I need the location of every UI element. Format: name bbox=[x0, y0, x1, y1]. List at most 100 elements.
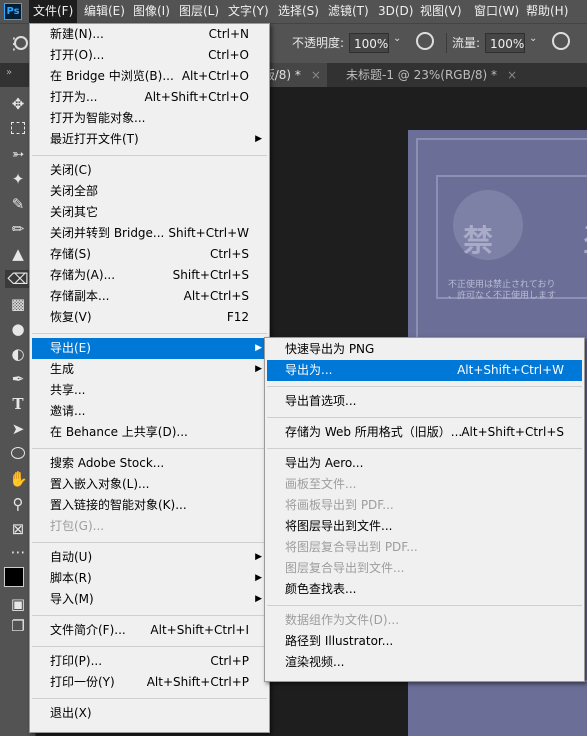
menu-item-label: 置入链接的智能对象(K)... bbox=[50, 498, 187, 512]
file-menu-item[interactable]: 关闭其它 bbox=[32, 202, 267, 223]
menu-2[interactable]: 图像(I) bbox=[129, 0, 174, 23]
menu-item-shortcut: Shift+Ctrl+W bbox=[168, 226, 249, 240]
brush-tool-icon[interactable]: ✏ bbox=[9, 220, 27, 238]
menu-item-label: 渲染视频... bbox=[285, 655, 345, 669]
pressure-opacity-icon[interactable] bbox=[416, 32, 434, 50]
menu-item-label: 脚本(R) bbox=[50, 571, 92, 585]
menu-separator bbox=[267, 605, 582, 606]
menu-4[interactable]: 文字(Y) bbox=[224, 0, 273, 23]
menu-separator bbox=[32, 615, 267, 616]
file-menu-item[interactable]: 置入嵌入对象(L)... bbox=[32, 474, 267, 495]
menu-separator bbox=[32, 155, 267, 156]
file-menu-item[interactable]: 关闭并转到 Bridge... Shift+Ctrl+W bbox=[32, 223, 267, 244]
file-menu-item[interactable]: 打印(P)... Ctrl+P bbox=[32, 651, 267, 672]
menu-item-label: 关闭其它 bbox=[50, 205, 99, 219]
file-menu-item[interactable]: 生成 ▶ bbox=[32, 359, 267, 380]
path-select-icon[interactable]: ➤ bbox=[9, 420, 27, 438]
file-menu-item[interactable]: 打开为... Alt+Shift+Ctrl+O bbox=[32, 87, 267, 108]
menu-10[interactable]: 帮助(H) bbox=[522, 0, 572, 23]
tab-document-2[interactable]: 未标题-1 @ 23%(RGB/8) * × bbox=[340, 63, 523, 87]
blur-tool-icon[interactable]: ● bbox=[9, 320, 27, 338]
menu-item-label: 在 Behance 上共享(D)... bbox=[50, 425, 188, 439]
flow-dropdown-icon[interactable]: ⌄ bbox=[529, 33, 537, 44]
export-menu-item[interactable]: 导出为 Aero... bbox=[267, 453, 582, 474]
close-tab-icon[interactable]: × bbox=[311, 68, 321, 82]
menu-1[interactable]: 编辑(E) bbox=[80, 0, 129, 23]
file-menu-item[interactable]: 退出(X) bbox=[32, 703, 267, 724]
export-menu-item[interactable]: 导出为... Alt+Shift+Ctrl+W bbox=[267, 360, 582, 381]
opacity-input[interactable]: 100% bbox=[349, 33, 389, 53]
export-menu-item[interactable]: 快速导出为 PNG bbox=[267, 339, 582, 360]
file-menu-item[interactable]: 在 Behance 上共享(D)... bbox=[32, 422, 267, 443]
file-menu-item[interactable]: 在 Bridge 中浏览(B)... Alt+Ctrl+O bbox=[32, 66, 267, 87]
menu-7[interactable]: 3D(D) bbox=[374, 0, 417, 23]
file-menu-item[interactable]: 打印一份(Y) Alt+Shift+Ctrl+P bbox=[32, 672, 267, 693]
magic-wand-icon[interactable]: ✦ bbox=[9, 170, 27, 188]
pen-tool-icon[interactable]: ✒ bbox=[9, 370, 27, 388]
submenu-arrow-icon: ▶ bbox=[255, 364, 262, 374]
eyedropper-icon[interactable]: ✎ bbox=[9, 195, 27, 213]
flow-input[interactable]: 100% bbox=[485, 33, 525, 53]
menu-6[interactable]: 滤镜(T) bbox=[324, 0, 373, 23]
file-menu-item[interactable]: 存储(S) Ctrl+S bbox=[32, 244, 267, 265]
export-menu-item[interactable]: 存储为 Web 所用格式（旧版）... Alt+Shift+Ctrl+S bbox=[267, 422, 582, 443]
foreground-color-swatch[interactable] bbox=[4, 567, 24, 587]
file-menu-item[interactable]: 脚本(R) ▶ bbox=[32, 568, 267, 589]
menu-item-shortcut: Ctrl+N bbox=[208, 27, 249, 41]
file-menu-item[interactable]: 共享... bbox=[32, 380, 267, 401]
hand-tool-icon[interactable]: ✋ bbox=[9, 470, 28, 488]
gradient-tool-icon[interactable]: ▩ bbox=[9, 295, 27, 313]
submenu-arrow-icon: ▶ bbox=[255, 343, 262, 353]
file-menu-item[interactable]: 最近打开文件(T) ▶ bbox=[32, 129, 267, 150]
menu-item-label: 存储(S) bbox=[50, 247, 91, 261]
shape-tool-icon[interactable] bbox=[9, 445, 27, 463]
frame-tool-icon[interactable]: ⊠ bbox=[9, 520, 27, 538]
export-menu-item[interactable]: 路径到 Illustrator... bbox=[267, 631, 582, 652]
file-menu-item[interactable]: 导出(E) ▶ bbox=[32, 338, 267, 359]
more-tools-icon[interactable]: ⋯ bbox=[9, 543, 27, 561]
file-menu-item[interactable]: 自动(U) ▶ bbox=[32, 547, 267, 568]
file-menu-item[interactable]: 关闭全部 bbox=[32, 181, 267, 202]
file-menu-item[interactable]: 文件简介(F)... Alt+Shift+Ctrl+I bbox=[32, 620, 267, 641]
file-menu-item[interactable]: 打开为智能对象... bbox=[32, 108, 267, 129]
document-heading: 禁 盗 bbox=[463, 224, 587, 259]
menu-5[interactable]: 选择(S) bbox=[274, 0, 323, 23]
menu-8[interactable]: 视图(V) bbox=[416, 0, 466, 23]
quick-mask-icon[interactable]: ▣ bbox=[9, 595, 27, 613]
opacity-dropdown-icon[interactable]: ⌄ bbox=[393, 33, 401, 44]
file-menu-item[interactable]: 新建(N)... Ctrl+N bbox=[32, 24, 267, 45]
export-menu-item[interactable]: 渲染视频... bbox=[267, 652, 582, 673]
menu-item-label: 画板至文件... bbox=[285, 477, 357, 491]
clone-stamp-icon[interactable]: ▲ bbox=[9, 245, 27, 263]
close-tab-icon[interactable]: × bbox=[507, 68, 517, 82]
menu-9[interactable]: 窗口(W) bbox=[470, 0, 523, 23]
file-menu-item[interactable]: 存储为(A)... Shift+Ctrl+S bbox=[32, 265, 267, 286]
zoom-tool-icon[interactable]: ⚲ bbox=[9, 495, 27, 513]
screen-mode-icon[interactable]: ❐ bbox=[9, 617, 27, 635]
file-menu-item[interactable]: 置入链接的智能对象(K)... bbox=[32, 495, 267, 516]
menu-3[interactable]: 图层(L) bbox=[175, 0, 223, 23]
type-tool-icon[interactable]: T bbox=[9, 395, 27, 413]
menu-item-label: 置入嵌入对象(L)... bbox=[50, 477, 150, 491]
file-menu-item[interactable]: 导入(M) ▶ bbox=[32, 589, 267, 610]
airbrush-icon[interactable] bbox=[552, 32, 570, 50]
collapse-panels-icon[interactable]: » bbox=[6, 67, 12, 78]
export-menu-item[interactable]: 将图层导出到文件... bbox=[267, 516, 582, 537]
document-text-2: 、許可なく不正使用します bbox=[448, 291, 557, 301]
file-menu-item[interactable]: 打开(O)... Ctrl+O bbox=[32, 45, 267, 66]
dodge-tool-icon[interactable]: ◐ bbox=[9, 345, 27, 363]
marquee-tool-icon[interactable] bbox=[9, 120, 27, 138]
export-menu-item[interactable]: 导出首选项... bbox=[267, 391, 582, 412]
brush-preset-icon[interactable] bbox=[14, 36, 28, 50]
file-menu-item[interactable]: 恢复(V) F12 bbox=[32, 307, 267, 328]
eraser-tool-icon[interactable]: ⌫ bbox=[5, 270, 31, 288]
move-tool-icon[interactable]: ✥ bbox=[9, 95, 27, 113]
lasso-tool-icon[interactable]: ➳ bbox=[9, 145, 27, 163]
file-menu-item[interactable]: 存储副本... Alt+Ctrl+S bbox=[32, 286, 267, 307]
menu-item-label: 将图层复合导出到 PDF... bbox=[285, 540, 418, 554]
menu-0[interactable]: 文件(F) bbox=[29, 0, 78, 23]
file-menu-item[interactable]: 邀请... bbox=[32, 401, 267, 422]
file-menu-item[interactable]: 搜索 Adobe Stock... bbox=[32, 453, 267, 474]
export-menu-item[interactable]: 颜色查找表... bbox=[267, 579, 582, 600]
file-menu-item[interactable]: 关闭(C) bbox=[32, 160, 267, 181]
